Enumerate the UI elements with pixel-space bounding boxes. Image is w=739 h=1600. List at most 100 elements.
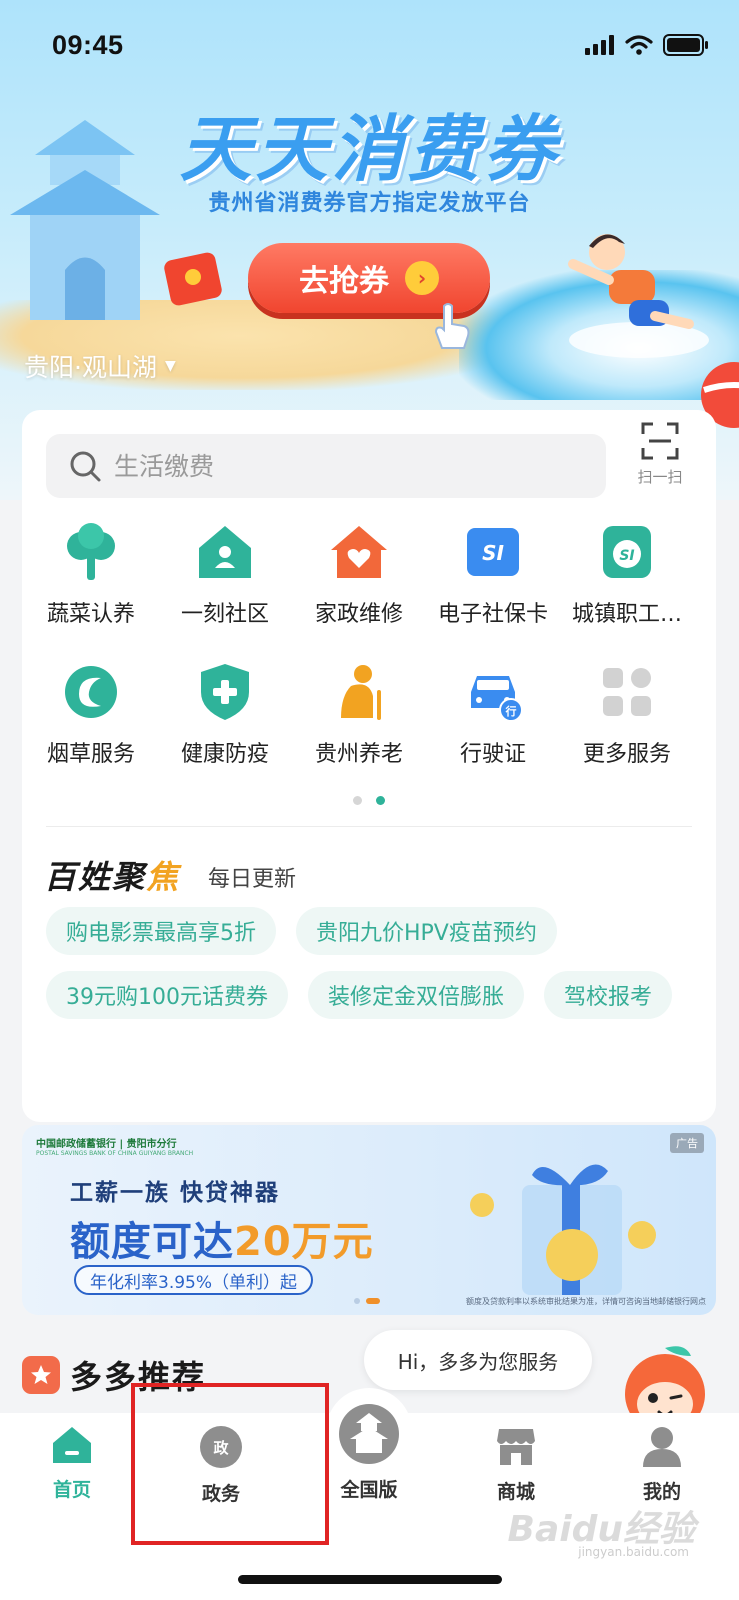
elderly-icon	[341, 665, 381, 720]
tobacco-icon	[65, 666, 117, 718]
focus-tag[interactable]: 购电影票最高享5折	[46, 907, 276, 955]
service-elderly-care[interactable]: 贵州养老	[294, 658, 424, 798]
shield-plus-icon	[201, 664, 249, 720]
grab-coupon-label: 去抢券	[299, 264, 389, 299]
assistant-bubble[interactable]: Hi，多多为您服务	[364, 1330, 592, 1390]
service-label: 贵州养老	[314, 742, 403, 767]
location-selector[interactable]: 贵阳·观山湖 ▼	[24, 348, 176, 384]
focus-tag[interactable]: 39元购100元话费券	[46, 971, 288, 1019]
ad-dot	[354, 1298, 360, 1304]
community-house-icon	[199, 526, 251, 578]
tab-profile[interactable]: 我的	[612, 1425, 712, 1504]
service-label: 蔬菜认养	[46, 602, 135, 627]
tab-home[interactable]: 首页	[22, 1425, 122, 1502]
service-social-security-card[interactable]: SI 电子社保卡	[428, 518, 558, 658]
service-tobacco[interactable]: 烟草服务	[26, 658, 156, 798]
store-icon	[497, 1429, 535, 1465]
tab-label: 全国版	[340, 1479, 398, 1501]
service-label: 城镇职工…	[571, 602, 682, 627]
bank-branch: 贵阳市分行	[126, 1139, 177, 1150]
chevron-right-icon: ›	[405, 261, 439, 295]
focus-title-accent: 焦	[146, 858, 181, 896]
focus-tag[interactable]: 驾校报考	[544, 971, 673, 1019]
page-dot-active	[376, 796, 385, 805]
ad-rate: 年化利率3.95%（单利）起	[74, 1265, 314, 1295]
tab-store[interactable]: 商城	[466, 1425, 566, 1504]
focus-tag[interactable]: 贵阳九价HPV疫苗预约	[296, 907, 557, 955]
service-label: 行驶证	[459, 742, 526, 767]
ad-page-indicator	[354, 1298, 380, 1304]
service-row: 蔬菜认养 一刻社区 家政维修 SI 电子社保卡 SI 城镇职工…	[22, 518, 716, 658]
service-health[interactable]: 健康防疫	[160, 658, 290, 798]
home-icon	[53, 1427, 91, 1463]
service-label: 更多服务	[582, 742, 671, 767]
service-grid: 蔬菜认养 一刻社区 家政维修 SI 电子社保卡 SI 城镇职工… 烟草服务 健康…	[22, 518, 716, 798]
star-icon	[22, 1356, 60, 1394]
ad-amount: 额度可达20万元	[70, 1209, 374, 1267]
svg-text:行: 行	[505, 704, 517, 718]
scan-button[interactable]: 扫一扫	[620, 422, 700, 500]
surfer-illustration	[568, 234, 709, 358]
bank-name: 中国邮政储蓄银行	[36, 1139, 116, 1150]
search-bar[interactable]	[46, 434, 606, 498]
tree-icon	[67, 523, 115, 580]
ad-dot-active	[366, 1298, 380, 1304]
watermark-url: jingyan.baidu.com	[578, 1545, 689, 1559]
ad-amount-accent: 20万元	[234, 1219, 374, 1265]
gift-box-illustration	[470, 1164, 656, 1295]
red-envelope-icon	[164, 252, 222, 306]
service-label: 一刻社区	[180, 602, 269, 627]
service-label: 电子社保卡	[437, 602, 548, 627]
wifi-icon	[625, 35, 653, 55]
search-input[interactable]	[114, 451, 554, 481]
focus-title: 百姓聚焦	[44, 852, 180, 898]
ad-badge: 广告	[670, 1133, 704, 1153]
service-housekeeping[interactable]: 家政维修	[294, 518, 424, 658]
ad-headline: 工薪一族 快贷神器	[70, 1180, 281, 1206]
pointing-hand-icon	[434, 303, 470, 349]
annotation-highlight-box	[131, 1383, 329, 1545]
search-icon	[70, 451, 101, 482]
home-heart-icon	[331, 526, 387, 578]
bank-logo: 中国邮政储蓄银行 | 贵阳市分行 POSTAL SAVINGS BANK OF …	[36, 1139, 194, 1157]
worker-insurance-icon: SI	[603, 526, 651, 578]
bank-name-en: POSTAL SAVINGS BANK OF CHINA	[36, 1150, 137, 1157]
ad-disclaimer: 额度及贷款利率以系统审批结果为准，详情可咨询当地邮储银行网点	[466, 1297, 706, 1306]
bank-branch-en: GUIYANG BRANCH	[138, 1150, 194, 1157]
service-community[interactable]: 一刻社区	[160, 518, 290, 658]
more-grid-icon	[603, 668, 651, 716]
chevron-down-icon: ▼	[164, 358, 176, 374]
page-indicator	[22, 796, 716, 805]
tab-label: 首页	[52, 1479, 91, 1501]
location-label: 贵阳·观山湖	[24, 353, 157, 382]
service-label: 烟草服务	[46, 742, 135, 767]
ad-amount-main: 额度可达	[70, 1219, 234, 1265]
svg-text:SI: SI	[482, 541, 504, 565]
service-more[interactable]: 更多服务	[562, 658, 692, 798]
focus-tag[interactable]: 装修定金双倍膨胀	[308, 971, 525, 1019]
focus-subtitle: 每日更新	[208, 867, 297, 892]
service-vegetable-adoption[interactable]: 蔬菜认养	[26, 518, 156, 658]
focus-tags: 购电影票最高享5折 贵阳九价HPV疫苗预约 39元购100元话费券 装修定金双倍…	[46, 907, 696, 1019]
hero-subtitle: 贵州省消费券官方指定发放平台	[208, 191, 531, 216]
status-time: 09:45	[52, 30, 124, 60]
service-label: 家政维修	[314, 602, 403, 627]
scan-icon	[641, 422, 679, 460]
social-security-card-icon: SI	[467, 528, 519, 576]
tab-national-edition[interactable]: 全国版	[319, 1404, 419, 1502]
services-card: 扫一扫 蔬菜认养 一刻社区	[22, 410, 716, 1122]
bank-ad-banner[interactable]: 中国邮政储蓄银行 | 贵阳市分行 POSTAL SAVINGS BANK OF …	[22, 1125, 716, 1315]
status-icons	[585, 34, 709, 56]
signal-icon	[585, 35, 614, 55]
divider	[46, 826, 692, 827]
service-label: 健康防疫	[180, 742, 269, 767]
pagoda-icon	[339, 1404, 399, 1464]
scan-label: 扫一扫	[637, 468, 683, 486]
page-dot	[353, 796, 362, 805]
profile-icon	[643, 1427, 681, 1467]
car-license-icon: 行	[471, 676, 523, 722]
service-worker-insurance[interactable]: SI 城镇职工…	[562, 518, 692, 658]
hero-title: 天天消费券	[179, 107, 560, 191]
service-vehicle-license[interactable]: 行 行驶证	[428, 658, 558, 798]
battery-icon	[663, 34, 708, 56]
